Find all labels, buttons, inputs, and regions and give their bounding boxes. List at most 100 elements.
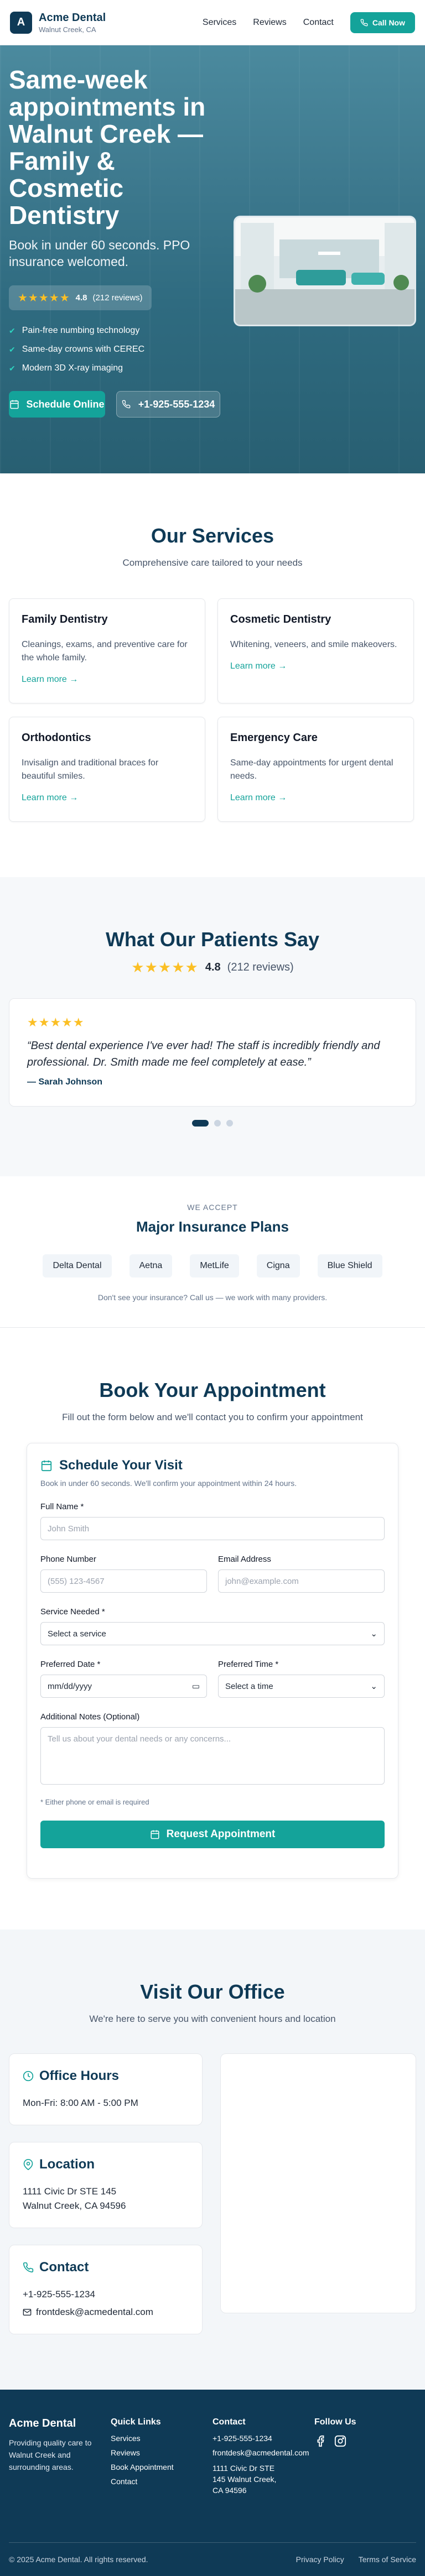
follow-title: Follow Us (314, 2417, 356, 2427)
time-select[interactable]: Select a time ⌄ (218, 1675, 385, 1698)
rating-count: (212 reviews) (92, 293, 143, 303)
check-icon: ✔ (9, 326, 15, 335)
clock-icon (23, 2071, 34, 2082)
schedule-online-button[interactable]: Schedule Online (9, 391, 105, 418)
clinic-interior-image (235, 217, 414, 325)
brand-name: Acme Dental (39, 11, 106, 24)
hours-title: Office Hours (39, 2068, 120, 2083)
mail-icon (23, 2309, 32, 2316)
contact-phone-link[interactable]: +1-925-555-1234 (23, 2287, 189, 2302)
terms-link[interactable]: Terms of Service (359, 2555, 416, 2564)
location-title: Location (39, 2157, 95, 2172)
copyright: © 2025 Acme Dental. All rights reserved. (9, 2555, 148, 2564)
service-select[interactable]: Select a service ⌄ (40, 1622, 385, 1645)
full-name-placeholder: John Smith (48, 1524, 90, 1534)
service-description: Cleanings, exams, and preventive care fo… (22, 640, 188, 663)
hero-phone-button[interactable]: +1-925-555-1234 (116, 391, 220, 418)
feature-label: Same-day crowns with CEREC (22, 345, 145, 354)
form-subtitle: Book in under 60 seconds. We'll confirm … (40, 1479, 297, 1488)
instagram-icon[interactable] (334, 2435, 346, 2447)
insurance-plan: MetLife (190, 1254, 239, 1277)
phone-label: Phone Number (40, 1555, 96, 1564)
testimonials-rating: ★★★★★ 4.8 (212 reviews) (9, 959, 416, 976)
services-section: Our Services Comprehensive care tailored… (0, 473, 425, 877)
calendar-icon (10, 400, 19, 409)
star-rating-icon: ★★★★★ (18, 292, 70, 304)
footer-link-reviews[interactable]: Reviews (111, 2448, 212, 2457)
privacy-link[interactable]: Privacy Policy (296, 2555, 344, 2564)
appointment-form: Schedule Your Visit Book in under 60 sec… (27, 1443, 398, 1879)
carousel-dot[interactable] (192, 1120, 209, 1127)
insurance-plan: Cigna (256, 1254, 300, 1277)
star-rating-icon: ★★★★★ (27, 1015, 85, 1029)
service-description: Same-day appointments for urgent dental … (230, 758, 393, 781)
learn-more-link[interactable]: Learn more → (22, 675, 78, 685)
service-label: Service Needed * (40, 1607, 105, 1616)
learn-more-link[interactable]: Learn more → (230, 661, 287, 671)
notes-label: Additional Notes (Optional) (40, 1712, 140, 1722)
office-section: Visit Our Office We're here to serve you… (0, 1930, 425, 2390)
nav-link-contact[interactable]: Contact (303, 18, 334, 28)
full-name-input[interactable]: John Smith (40, 1517, 385, 1540)
request-appointment-button[interactable]: Request Appointment (40, 1821, 385, 1848)
footer-link-contact[interactable]: Contact (111, 2477, 212, 2486)
hero-phone-label: +1-925-555-1234 (138, 398, 215, 410)
contact-email-link[interactable]: frontdesk@acmedental.com (36, 2305, 153, 2319)
insurance-title: Major Insurance Plans (136, 1218, 289, 1235)
check-icon: ✔ (9, 345, 15, 354)
brand[interactable]: A Acme Dental Walnut Creek, CA (10, 11, 106, 34)
phone-icon (122, 400, 131, 409)
notes-placeholder: Tell us about your dental needs or any c… (48, 1734, 231, 1744)
booking-title: Book Your Appointment (99, 1379, 326, 1401)
insurance-plan: Aetna (129, 1254, 173, 1277)
hours-text: Mon-Fri: 8:00 AM - 5:00 PM (23, 2098, 138, 2108)
brand-location: Walnut Creek, CA (39, 25, 96, 34)
carousel-dot[interactable] (214, 1120, 221, 1127)
email-input[interactable]: john@example.com (218, 1569, 385, 1593)
nav-link-reviews[interactable]: Reviews (253, 18, 286, 28)
time-select-value: Select a time (225, 1681, 273, 1691)
service-title: Emergency Care (230, 732, 318, 744)
contact-card: Contact +1-925-555-1234 frontdesk@acmede… (9, 2245, 203, 2334)
map-embed[interactable] (220, 2053, 416, 2313)
insurance-note: Don't see your insurance? Call us — we w… (97, 1293, 328, 1302)
office-title: Visit Our Office (140, 1980, 285, 2003)
footer: Acme Dental Providing quality care to Wa… (0, 2390, 425, 2576)
footer-phone-link[interactable]: +1-925-555-1234 (212, 2434, 314, 2443)
footer-link-services[interactable]: Services (111, 2434, 212, 2443)
clinic-photo (234, 216, 416, 326)
service-title: Family Dentistry (22, 613, 108, 625)
hero-title: Same-week appointments in Walnut Creek —… (9, 65, 206, 230)
booking-section: Book Your Appointment Fill out the form … (0, 1328, 425, 1930)
testimonials-section: What Our Patients Say ★★★★★ 4.8 (212 rev… (0, 877, 425, 1176)
facebook-icon[interactable] (314, 2435, 326, 2447)
footer-link-book[interactable]: Book Appointment (111, 2463, 212, 2471)
date-input[interactable]: mm/dd/yyyy ▭ (40, 1675, 207, 1698)
nav-link-services[interactable]: Services (203, 18, 236, 28)
carousel-dot[interactable] (226, 1120, 233, 1127)
feature-item: ✔ Pain-free numbing technology (9, 326, 220, 336)
location-card: Location 1111 Civic Dr STE 145 Walnut Cr… (9, 2142, 203, 2228)
footer-tagline: Providing quality care to Walnut Creek a… (9, 2438, 92, 2471)
footer-email-link[interactable]: frontdesk@acmedental.com (212, 2448, 314, 2457)
testimonial-author: — Sarah Johnson (27, 1077, 103, 1087)
request-appointment-label: Request Appointment (166, 1828, 276, 1840)
notes-textarea[interactable]: Tell us about your dental needs or any c… (40, 1727, 385, 1785)
service-description: Whitening, veneers, and smile makeovers. (230, 640, 397, 649)
learn-more-link[interactable]: Learn more → (22, 793, 78, 803)
learn-more-link[interactable]: Learn more → (230, 793, 287, 803)
footer-address: 1111 Civic Dr STE 145 Walnut Creek, CA 9… (212, 2464, 277, 2495)
chevron-down-icon: ⌄ (370, 1629, 377, 1639)
footer-brand: Acme Dental (9, 2417, 76, 2429)
service-card-cosmetic: Cosmetic Dentistry Whitening, veneers, a… (217, 598, 414, 703)
feature-label: Modern 3D X-ray imaging (22, 363, 123, 373)
testimonial-card: ★★★★★ “Best dental experience I've ever … (9, 998, 416, 1107)
address-line-2: Walnut Creek, CA 94596 (23, 2200, 126, 2211)
time-label: Preferred Time * (218, 1660, 279, 1669)
phone-input[interactable]: (555) 123-4567 (40, 1569, 207, 1593)
phone-placeholder: (555) 123-4567 (48, 1576, 105, 1586)
calendar-icon (151, 1830, 159, 1839)
call-now-button[interactable]: Call Now (350, 12, 415, 33)
service-card-orthodontics: Orthodontics Invisalign and traditional … (9, 717, 205, 822)
star-rating-icon: ★★★★★ (131, 959, 199, 976)
